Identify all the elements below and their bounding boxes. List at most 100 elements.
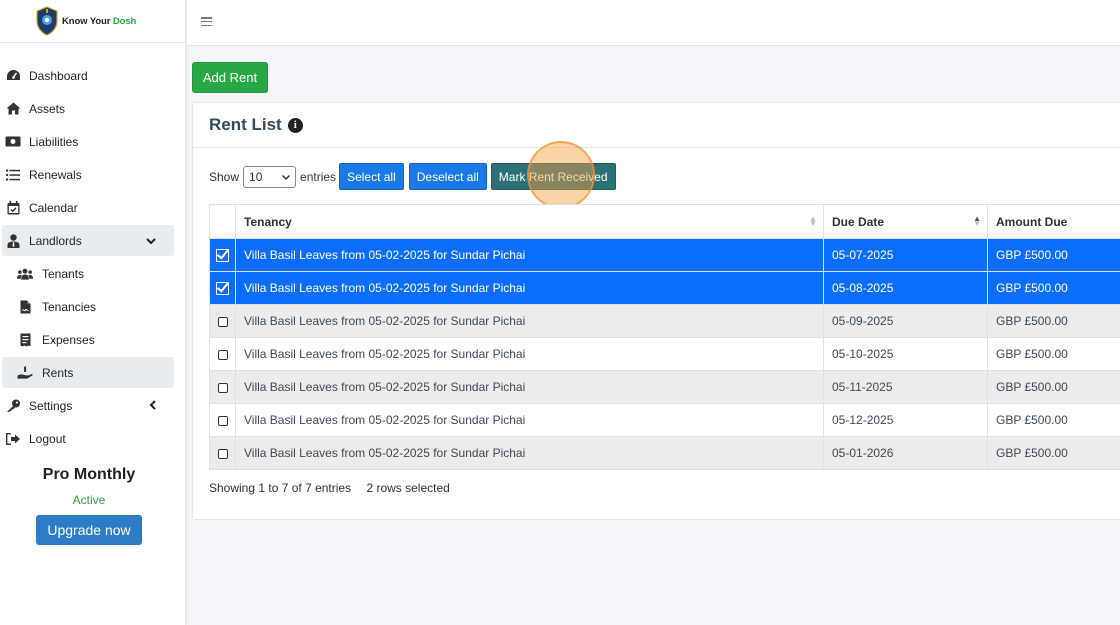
rent-table: Tenancy ▲ ▼ Due Date ▲ ▼ Amount Due Villa Ba… (209, 204, 1120, 470)
checkbox[interactable] (217, 349, 228, 360)
table-row[interactable]: Villa Basil Leaves from 05-02-2025 for S… (209, 238, 1120, 272)
due-date-cell: 05-07-2025 (823, 238, 988, 272)
select-column-header (209, 204, 236, 239)
sidebar-item-label: Rents (42, 365, 74, 380)
checkbox[interactable] (217, 382, 228, 393)
due-date-cell: 05-09-2025 (823, 304, 988, 338)
sidebar-item-expenses[interactable]: Expenses (2, 324, 174, 355)
checkbox[interactable] (217, 448, 228, 459)
chevron-down-icon (282, 172, 291, 182)
select-all-button[interactable]: Select all (339, 163, 404, 190)
table-row[interactable]: Villa Basil Leaves from 05-02-2025 for S… (209, 403, 1120, 437)
column-label: Tenancy (244, 214, 292, 229)
sidebar-item-label: Calendar (29, 200, 78, 215)
checkbox[interactable] (217, 415, 228, 426)
user-tie-icon (5, 233, 21, 249)
sidebar-item-calendar[interactable]: Calendar (2, 192, 174, 223)
sidebar-item-label: Assets (29, 101, 66, 116)
sidebar-item-settings[interactable]: Settings (2, 390, 174, 421)
sidebar-item-label: Renewals (29, 167, 82, 182)
show-label: Show (209, 169, 240, 184)
column-header-due-date[interactable]: Due Date ▲ ▼ (823, 204, 988, 239)
table-row[interactable]: Villa Basil Leaves from 05-02-2025 for S… (209, 271, 1120, 305)
sidebar-item-tenants[interactable]: Tenants (2, 258, 174, 289)
page-size-select[interactable]: 10 (243, 165, 297, 188)
sidebar-item-landlords[interactable]: Landlords (2, 225, 174, 256)
logout-icon (5, 431, 21, 447)
table-header-row: Tenancy ▲ ▼ Due Date ▲ ▼ Amount Due (209, 204, 1120, 239)
column-label: Amount Due (996, 214, 1068, 229)
table-info: Showing 1 to 7 of 7 entries 2 rows selec… (209, 481, 450, 495)
table-row[interactable]: Villa Basil Leaves from 05-02-2025 for S… (209, 370, 1120, 404)
info-icon[interactable]: i (287, 117, 303, 133)
list-icon (5, 167, 21, 183)
deselect-all-button[interactable]: Deselect all (408, 163, 487, 190)
sidebar-item-rents[interactable]: Rents (2, 357, 174, 388)
mark-rent-received-button[interactable]: Mark Rent Received (490, 163, 616, 190)
sidebar-item-label: Logout (29, 431, 66, 446)
sidebar-item-tenancies[interactable]: Tenancies (2, 291, 174, 322)
amount-due-cell: GBP £500.00 (987, 403, 1120, 437)
plan-status: Active (72, 493, 106, 507)
tenancy-cell: Villa Basil Leaves from 05-02-2025 for S… (235, 436, 824, 470)
receipt-icon (17, 332, 33, 348)
table-row[interactable]: Villa Basil Leaves from 05-02-2025 for S… (209, 337, 1120, 371)
amount-due-cell: GBP £500.00 (987, 304, 1120, 338)
tenancy-cell: Villa Basil Leaves from 05-02-2025 for S… (235, 271, 824, 305)
column-header-tenancy[interactable]: Tenancy ▲ ▼ (235, 204, 824, 239)
table-body: Villa Basil Leaves from 05-02-2025 for S… (209, 238, 1120, 470)
users-icon (17, 266, 33, 282)
due-date-cell: 05-12-2025 (823, 403, 988, 437)
row-checkbox-cell[interactable] (209, 238, 236, 272)
entries-label: entries (300, 169, 337, 184)
due-date-cell: 05-11-2025 (823, 370, 988, 404)
dashboard-icon (5, 68, 21, 84)
row-checkbox-cell[interactable] (209, 403, 236, 437)
due-date-cell: 05-01-2026 (823, 436, 988, 470)
sidebar-item-label: Dashboard (29, 68, 88, 83)
sidebar-item-logout[interactable]: Logout (2, 423, 174, 454)
row-checkbox-cell[interactable] (209, 370, 236, 404)
showing-entries-text: Showing 1 to 7 of 7 entries (209, 481, 352, 495)
key-icon (5, 398, 21, 414)
hand-money-icon (17, 365, 33, 381)
brand[interactable]: Know Your Dosh (0, 0, 185, 43)
checkbox[interactable] (217, 316, 228, 327)
sort-icon: ▲ ▼ (809, 214, 817, 228)
amount-due-cell: GBP £500.00 (987, 337, 1120, 371)
add-rent-button[interactable]: Add Rent (192, 62, 268, 93)
sidebar-item-dashboard[interactable]: Dashboard (2, 60, 174, 91)
row-checkbox-cell[interactable] (209, 436, 236, 470)
tenancy-cell: Villa Basil Leaves from 05-02-2025 for S… (235, 238, 824, 272)
table-row[interactable]: Villa Basil Leaves from 05-02-2025 for S… (209, 436, 1120, 470)
sidebar-item-label: Tenancies (42, 299, 97, 314)
chevron-left-icon (149, 399, 156, 413)
hamburger-menu-icon[interactable] (201, 17, 212, 26)
row-checkbox-cell[interactable] (209, 271, 236, 305)
table-row[interactable]: Villa Basil Leaves from 05-02-2025 for S… (209, 304, 1120, 338)
brand-name: Know Your Dosh (62, 15, 137, 27)
sort-asc-icon: ▲ ▼ (973, 214, 981, 228)
sidebar-item-label: Settings (29, 398, 73, 413)
checkbox-checked-icon[interactable] (216, 249, 229, 263)
upgrade-now-button[interactable]: Upgrade now (36, 515, 142, 545)
row-checkbox-cell[interactable] (209, 304, 236, 338)
row-checkbox-cell[interactable] (209, 337, 236, 371)
sidebar-item-renewals[interactable]: Renewals (2, 159, 174, 190)
sidebar-item-assets[interactable]: Assets (2, 93, 174, 124)
tenancy-cell: Villa Basil Leaves from 05-02-2025 for S… (235, 337, 824, 371)
chevron-down-icon (146, 234, 156, 248)
due-date-cell: 05-08-2025 (823, 271, 988, 305)
topbar (187, 0, 1120, 46)
sidebar-item-label: Landlords (29, 233, 82, 248)
home-icon (5, 101, 21, 117)
sidebar-nav: Dashboard Assets Liabilities Renewals Ca… (0, 43, 185, 454)
checkbox-checked-icon[interactable] (216, 282, 229, 296)
contract-icon (17, 299, 33, 315)
due-date-cell: 05-10-2025 (823, 337, 988, 371)
page-size-value: 10 (249, 169, 263, 184)
column-label: Due Date (832, 214, 885, 229)
column-header-amount-due[interactable]: Amount Due (987, 204, 1120, 239)
money-icon (5, 134, 21, 150)
sidebar-item-liabilities[interactable]: Liabilities (2, 126, 174, 157)
